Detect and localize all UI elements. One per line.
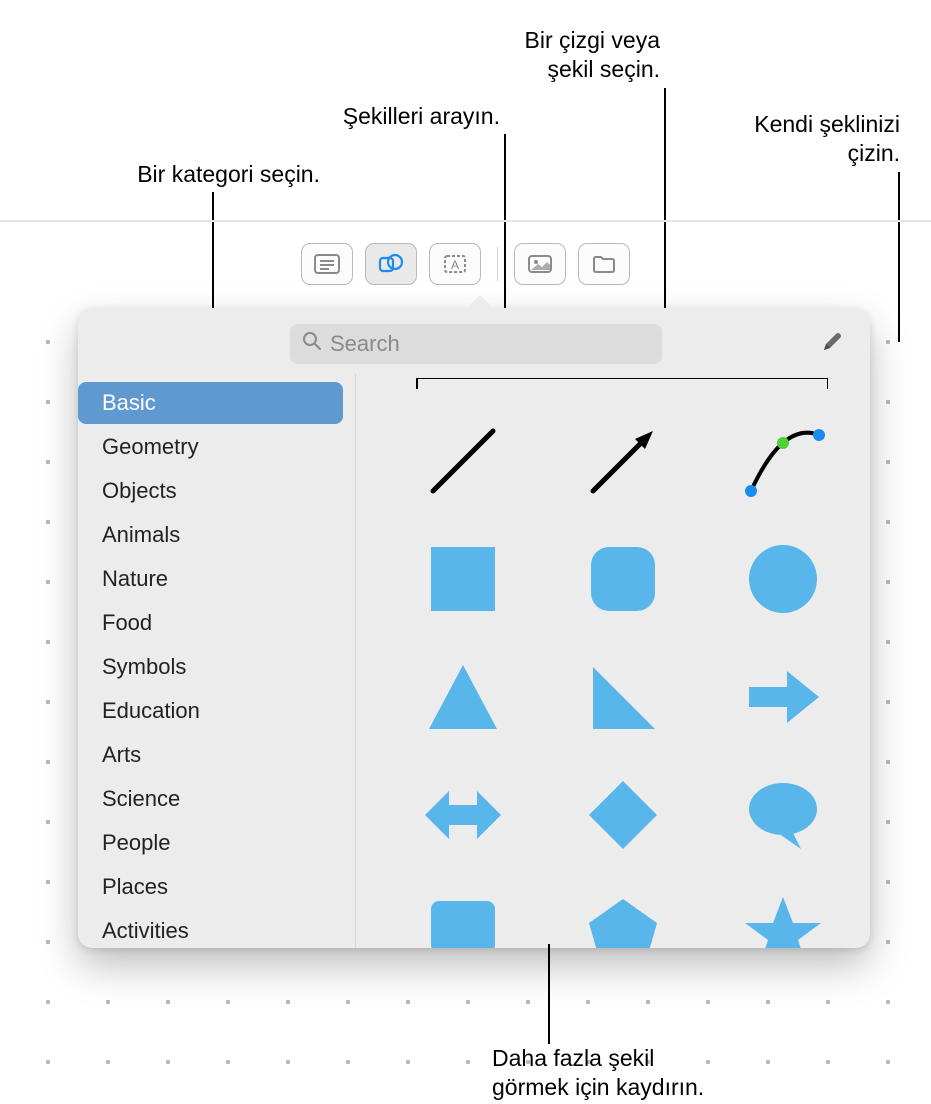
category-sidebar: Basic Geometry Objects Animals Nature Fo… <box>78 374 356 948</box>
toolbar-shapes-button[interactable] <box>365 243 417 285</box>
shape-triangle[interactable] <box>398 642 528 752</box>
shapes-popover: Basic Geometry Objects Animals Nature Fo… <box>78 308 870 948</box>
category-objects[interactable]: Objects <box>78 470 343 512</box>
category-science[interactable]: Science <box>78 778 343 820</box>
shape-grid <box>404 406 842 948</box>
pen-icon <box>820 330 844 359</box>
category-geometry[interactable]: Geometry <box>78 426 343 468</box>
callout-draw-own: Kendi şekliniziçizin. <box>660 110 900 168</box>
shape-line[interactable] <box>398 406 528 516</box>
shape-arrow-right[interactable] <box>718 642 848 752</box>
shape-diamond[interactable] <box>558 760 688 870</box>
shape-callout-rect[interactable] <box>398 878 528 948</box>
category-places[interactable]: Places <box>78 866 343 908</box>
category-basic[interactable]: Basic <box>78 382 343 424</box>
shape-curve[interactable] <box>718 406 848 516</box>
shapes-pane[interactable] <box>356 374 870 948</box>
callout-leader <box>548 944 550 1044</box>
category-activities[interactable]: Activities <box>78 910 343 948</box>
category-food[interactable]: Food <box>78 602 343 644</box>
shape-right-triangle[interactable] <box>558 642 688 752</box>
toolbar-folder-button[interactable] <box>578 243 630 285</box>
search-box[interactable] <box>290 324 662 364</box>
callout-search: Şekilleri arayın. <box>260 102 500 131</box>
callout-line-or-shape: Bir çizgi veyaşekil seçin. <box>430 26 660 84</box>
toolbar-divider <box>0 220 931 222</box>
callout-bracket <box>416 378 828 390</box>
toolbar: A <box>0 234 931 294</box>
shape-pentagon[interactable] <box>558 878 688 948</box>
callout-scroll: Daha fazla şekilgörmek için kaydırın. <box>492 1044 812 1102</box>
svg-text:A: A <box>451 258 459 272</box>
shape-circle[interactable] <box>718 524 848 634</box>
toolbar-separator <box>497 247 499 281</box>
shape-rounded-square[interactable] <box>558 524 688 634</box>
shape-arrow-line[interactable] <box>558 406 688 516</box>
category-education[interactable]: Education <box>78 690 343 732</box>
shape-star[interactable] <box>718 878 848 948</box>
category-arts[interactable]: Arts <box>78 734 343 776</box>
search-icon <box>302 331 330 357</box>
category-people[interactable]: People <box>78 822 343 864</box>
shape-square[interactable] <box>398 524 528 634</box>
callout-category: Bir kategori seçin. <box>50 160 320 189</box>
draw-shape-button[interactable] <box>814 326 850 362</box>
toolbar-media-button[interactable] <box>514 243 566 285</box>
search-input[interactable] <box>330 331 650 357</box>
shape-speech-bubble[interactable] <box>718 760 848 870</box>
category-nature[interactable]: Nature <box>78 558 343 600</box>
toolbar-text-button[interactable]: A <box>429 243 481 285</box>
toolbar-notes-button[interactable] <box>301 243 353 285</box>
popover-header <box>78 308 870 374</box>
shape-double-arrow[interactable] <box>398 760 528 870</box>
category-symbols[interactable]: Symbols <box>78 646 343 688</box>
category-animals[interactable]: Animals <box>78 514 343 556</box>
